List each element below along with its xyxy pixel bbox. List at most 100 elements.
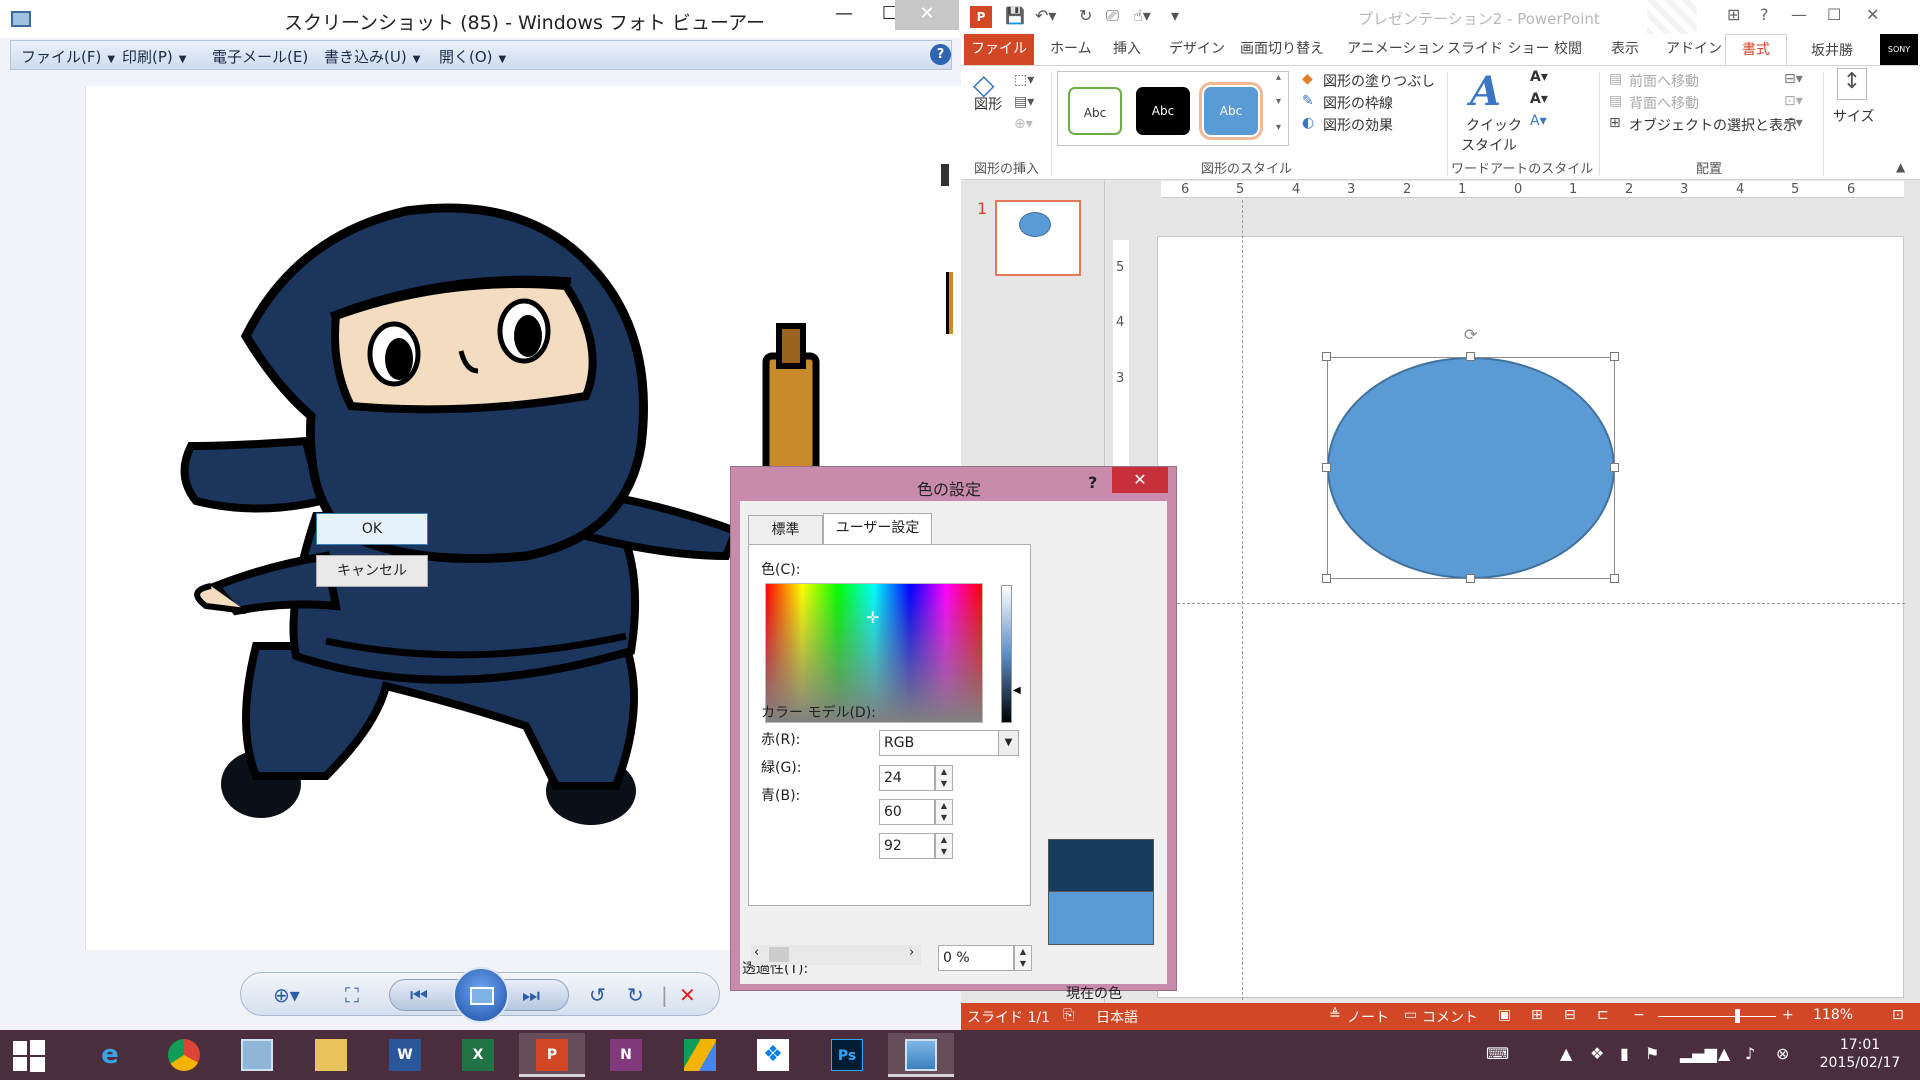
- comments-button[interactable]: コメント: [1422, 1007, 1478, 1027]
- ok-button[interactable]: OK: [316, 513, 428, 545]
- slider-right-icon[interactable]: ›: [909, 945, 914, 960]
- zoom-icon[interactable]: ⊕▾: [273, 983, 300, 1007]
- taskbar-explorer[interactable]: [224, 1033, 290, 1077]
- dialog-close-button[interactable]: ✕: [1112, 467, 1168, 493]
- taskbar-excel[interactable]: X: [445, 1033, 511, 1077]
- luminance-slider[interactable]: [1001, 585, 1012, 723]
- taskbar-photo-viewer[interactable]: [888, 1033, 954, 1077]
- slide-canvas[interactable]: [1157, 236, 1904, 998]
- resize-handle[interactable]: [1466, 574, 1475, 583]
- color-model-select[interactable]: RGB ▼: [879, 730, 1019, 756]
- tab-design[interactable]: デザイン: [1169, 38, 1225, 58]
- redo-icon[interactable]: ↻: [1079, 6, 1092, 25]
- tab-custom[interactable]: ユーザー設定: [823, 513, 932, 545]
- help-icon[interactable]: ?: [1760, 5, 1769, 24]
- cancel-button[interactable]: キャンセル: [316, 555, 428, 587]
- normal-view-icon[interactable]: ▣: [1498, 1007, 1511, 1023]
- style-black[interactable]: Abc: [1136, 87, 1190, 135]
- resize-handle[interactable]: [1466, 352, 1475, 361]
- fit-slide-icon[interactable]: ⊡: [1892, 1007, 1904, 1023]
- tab-home[interactable]: ホーム: [1050, 38, 1092, 58]
- transparency-spinner-icon[interactable]: ▲ ▼: [1014, 945, 1032, 971]
- taskbar-powerpoint[interactable]: P: [519, 1033, 585, 1077]
- menu-burn[interactable]: 書き込み(U) ▼: [324, 46, 420, 67]
- keyboard-icon[interactable]: ⌨: [1486, 1044, 1509, 1063]
- user-name[interactable]: 坂井勝: [1811, 40, 1853, 60]
- rotate-left-icon[interactable]: ↺: [589, 983, 606, 1007]
- next-icon[interactable]: ⏭: [522, 983, 540, 1007]
- zoom-slider[interactable]: [1658, 1016, 1776, 1017]
- quick-style-label[interactable]: クイック: [1466, 115, 1522, 135]
- question-icon[interactable]: ?: [930, 44, 951, 65]
- resize-handle[interactable]: [1322, 574, 1331, 583]
- transparency-slider[interactable]: ‹ ›: [751, 945, 921, 965]
- taskbar-dropbox[interactable]: ❖: [740, 1033, 806, 1077]
- size-button[interactable]: サイズ: [1833, 106, 1875, 126]
- blue-input[interactable]: 92: [879, 833, 935, 859]
- tab-slideshow[interactable]: スライド ショー: [1447, 38, 1549, 58]
- notes-icon[interactable]: ≜: [1329, 1007, 1341, 1023]
- quick-style-label2[interactable]: スタイル: [1461, 135, 1517, 155]
- flag-icon[interactable]: ⚑: [1645, 1044, 1659, 1063]
- slide-sorter-icon[interactable]: ⊞: [1531, 1007, 1543, 1023]
- dialog-help-icon[interactable]: ?: [1088, 473, 1097, 492]
- zoom-in-icon[interactable]: +: [1782, 1007, 1794, 1023]
- transparency-input[interactable]: 0 %: [938, 945, 1014, 971]
- gallery-more-icon[interactable]: ▾: [1276, 122, 1281, 133]
- outline-icon[interactable]: ✎: [1302, 93, 1314, 109]
- shape-outline-button[interactable]: 図形の枠線: [1323, 93, 1393, 113]
- collapse-ribbon-icon[interactable]: ▲: [1896, 160, 1905, 174]
- text-fill-icon[interactable]: A▾: [1530, 69, 1548, 85]
- actual-size-icon[interactable]: ⛶: [345, 983, 359, 1007]
- style-blue-selected[interactable]: Abc: [1199, 82, 1263, 140]
- slide-thumbnail[interactable]: [995, 200, 1081, 276]
- taskbar-clock[interactable]: 17:01 2015/02/17: [1810, 1036, 1910, 1072]
- transparency-slider-thumb[interactable]: [769, 947, 789, 962]
- rotate-right-icon[interactable]: ↻: [627, 983, 644, 1007]
- menu-open[interactable]: 開く(O) ▼: [439, 46, 506, 67]
- tab-view[interactable]: 表示: [1611, 38, 1639, 58]
- tab-transitions[interactable]: 画面切り替え: [1240, 38, 1324, 58]
- volume-icon[interactable]: ♪: [1745, 1044, 1755, 1063]
- taskbar-folder[interactable]: [298, 1033, 364, 1077]
- taskbar-photoshop[interactable]: Ps: [814, 1033, 880, 1077]
- tab-addins[interactable]: アドイン: [1666, 38, 1722, 58]
- red-spinner-icon[interactable]: ▲ ▼: [935, 765, 953, 791]
- maximize-icon[interactable]: ☐: [1827, 5, 1841, 24]
- edit-shape-icon[interactable]: ⬚▾: [1014, 72, 1034, 88]
- send-backward-button[interactable]: 背面へ移動: [1629, 93, 1699, 113]
- effects-icon[interactable]: ◐: [1302, 115, 1314, 131]
- green-input[interactable]: 60: [879, 799, 935, 825]
- tab-file[interactable]: ファイル: [964, 34, 1034, 65]
- slideshow-view-icon[interactable]: ⊏: [1597, 1007, 1609, 1023]
- taskbar-ie[interactable]: e: [77, 1033, 143, 1077]
- text-effects-icon[interactable]: A▾: [1530, 113, 1547, 129]
- fill-icon[interactable]: ◆: [1302, 71, 1313, 87]
- power-icon[interactable]: ▮: [1620, 1044, 1629, 1063]
- tab-insert[interactable]: 挿入: [1113, 38, 1141, 58]
- selection-pane-button[interactable]: オブジェクトの選択と表示: [1629, 115, 1797, 135]
- reading-view-icon[interactable]: ⊟: [1564, 1007, 1576, 1023]
- quick-style-icon[interactable]: A: [1470, 68, 1501, 115]
- tab-format[interactable]: 書式: [1725, 34, 1787, 66]
- notes-button[interactable]: ノート: [1347, 1007, 1389, 1027]
- ribbon-display-icon[interactable]: ⊞: [1727, 5, 1740, 24]
- taskbar-word[interactable]: W: [372, 1033, 438, 1077]
- touch-mode-icon[interactable]: ☝▾: [1133, 6, 1151, 25]
- menu-file[interactable]: ファイル(F) ▼: [21, 46, 115, 67]
- customize-qat-icon[interactable]: ▾: [1171, 6, 1179, 25]
- windows-start-icon[interactable]: [13, 1040, 45, 1072]
- dialog-titlebar[interactable]: 色の設定 ? ✕: [731, 467, 1178, 501]
- size-icon[interactable]: ↕: [1837, 68, 1867, 100]
- green-spinner-icon[interactable]: ▲ ▼: [935, 799, 953, 825]
- show-hidden-icons[interactable]: ▲: [1560, 1044, 1572, 1063]
- shapes-label[interactable]: 図形: [974, 94, 1002, 114]
- tab-animations[interactable]: アニメーション: [1347, 38, 1444, 58]
- close-button[interactable]: ✕: [895, 0, 959, 30]
- slideshow-button[interactable]: [453, 967, 509, 1023]
- close-icon[interactable]: ✕: [1866, 5, 1879, 24]
- taskbar-drive[interactable]: [667, 1033, 733, 1077]
- network-icon[interactable]: ▂▄▆: [1680, 1044, 1717, 1063]
- undo-icon[interactable]: ↶▾: [1035, 6, 1056, 25]
- taskbar-onenote[interactable]: N: [593, 1033, 659, 1077]
